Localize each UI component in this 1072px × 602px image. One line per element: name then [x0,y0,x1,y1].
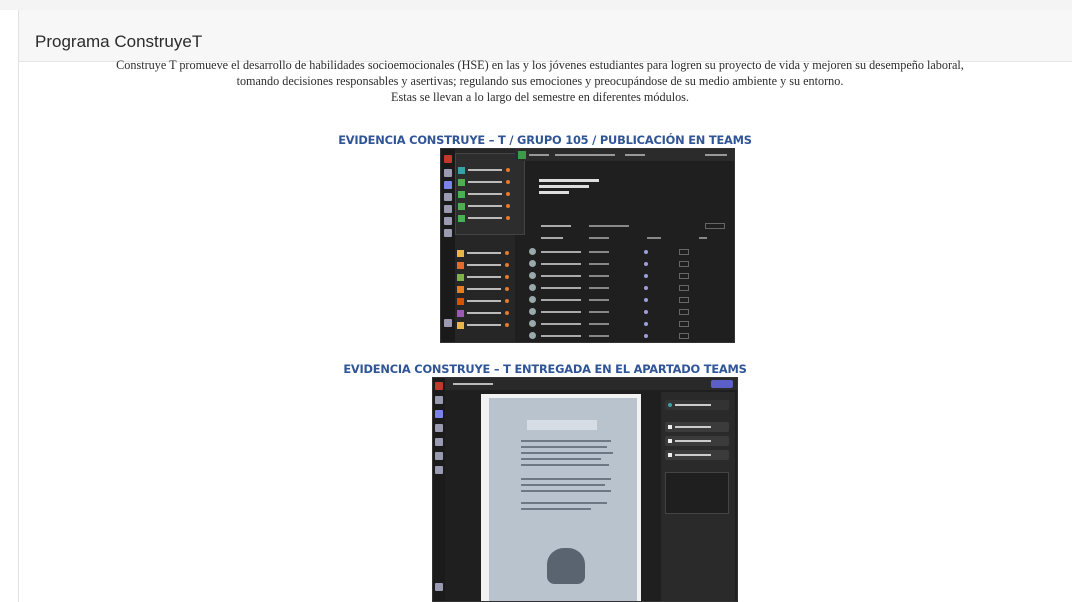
chat-icon [435,410,443,418]
apps-icon [444,319,452,327]
calls-icon [444,217,452,225]
close-viewer-button [711,380,733,388]
teams-app-rail [441,149,455,342]
calendar-icon [444,205,452,213]
calls-icon [435,452,443,460]
app-icon [435,382,443,390]
evidence-caption-1: EVIDENCIA CONSTRUYE – T / GRUPO 105 / PU… [338,133,752,147]
teams-submission-screenshot [432,377,738,602]
intro-paragraph: Construye T promueve el desarrollo de ha… [20,57,1060,105]
teams-app-rail [433,378,445,601]
card-title: Programa ConstruyeT [35,32,203,51]
file-viewer-header [445,378,737,390]
top-strip [0,0,1072,10]
intro-line: Estas se llevan a lo largo del semestre … [391,90,689,104]
files-icon [444,229,452,237]
card-header: Programa ConstruyeT [19,10,1072,62]
submission-panel [661,392,735,601]
chat-icon [444,181,452,189]
illustration [547,548,585,584]
apps-icon [435,583,443,591]
activity-icon [444,169,452,177]
teams-icon [435,424,443,432]
teams-icon [444,193,452,201]
intro-line: Construye T promueve el desarrollo de ha… [116,58,964,72]
activity-icon [435,396,443,404]
calendar-icon [435,438,443,446]
teams-publication-screenshot [440,148,735,343]
teams-list-popup [455,153,525,235]
document-preview [481,394,641,601]
files-icon [435,466,443,474]
teams-channel-header [515,149,734,161]
intro-line: tomando decisiones responsables y aserti… [236,74,844,88]
app-icon [444,155,452,163]
evidence-caption-2: EVIDENCIA CONSTRUYE – T ENTREGADA EN EL … [343,362,747,376]
assignment-title [539,179,609,211]
